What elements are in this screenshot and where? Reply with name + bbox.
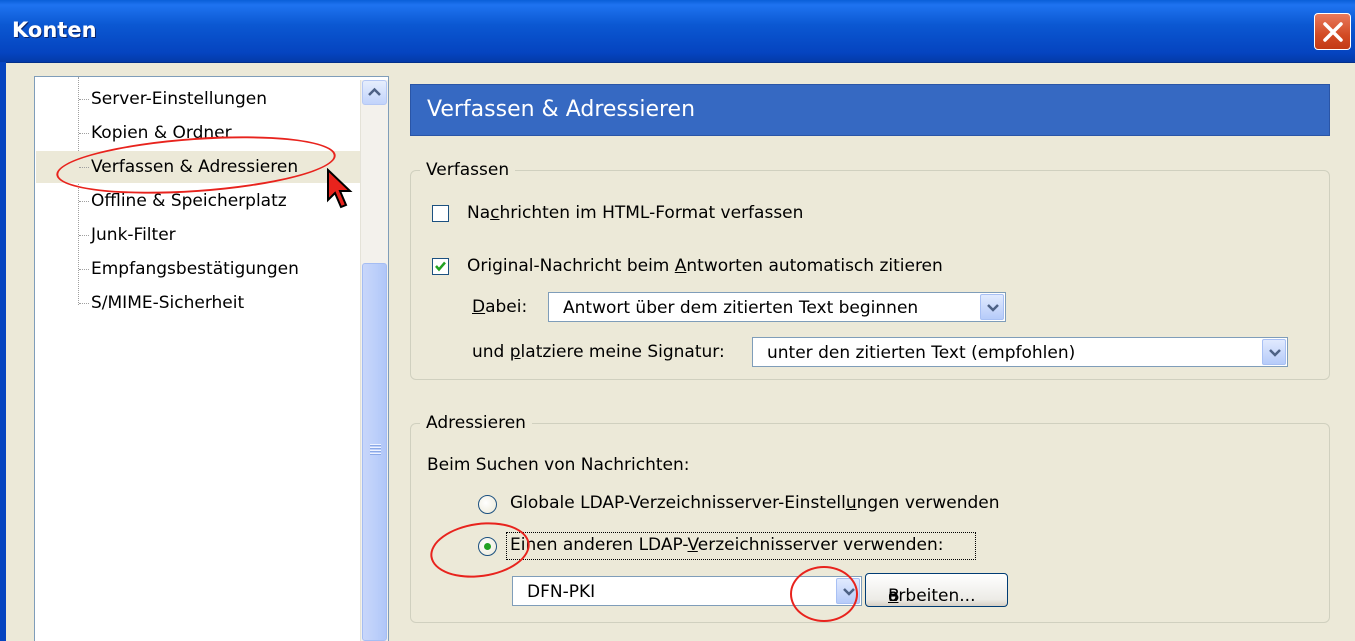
html-format-label[interactable]: Nachrichten im HTML-Format verfassen (467, 203, 803, 223)
global-ldap-radio[interactable] (478, 495, 497, 514)
edit-button[interactable]: Be arbeiten... (865, 573, 1008, 607)
global-ldap-label[interactable]: Globale LDAP-Verzeichnisserver-Einstellu… (510, 493, 1000, 513)
checkmark-icon (435, 261, 446, 272)
scroll-thumb[interactable] (362, 263, 387, 641)
addressing-intro: Beim Suchen von Nachrichten: (427, 455, 690, 475)
tree-item-smime-security[interactable]: S/MIME-Sicherheit (79, 287, 244, 319)
tree-scrollbar[interactable] (360, 80, 388, 641)
html-format-checkbox[interactable] (432, 205, 449, 222)
quote-original-label[interactable]: Original-Nachricht beim Antworten automa… (467, 256, 943, 276)
signature-position-dropdown-button[interactable] (1262, 339, 1286, 365)
signature-position-label: und platziere meine Signatur: (472, 342, 725, 362)
addressing-group-label: Adressieren (420, 413, 532, 433)
tree-item-junk-filter[interactable]: Junk-Filter (79, 219, 176, 251)
close-icon (1323, 22, 1343, 42)
window-title: Konten (12, 18, 97, 42)
chevron-down-icon (1269, 349, 1281, 357)
scroll-up-button[interactable] (362, 80, 387, 105)
chevron-down-icon (987, 304, 999, 312)
quote-original-checkbox[interactable] (432, 258, 449, 275)
reply-position-label: Dabei: (472, 297, 528, 317)
window-border (0, 62, 6, 641)
reply-position-dropdown-button[interactable] (980, 294, 1004, 320)
tree-item-server-settings[interactable]: Server-Einstellungen (79, 83, 267, 115)
title-bar: Konten (0, 0, 1355, 63)
compose-group-label: Verfassen (420, 160, 516, 180)
mouse-cursor-icon (327, 168, 353, 209)
annotation-ring-dropdown (790, 566, 858, 622)
other-ldap-label[interactable]: Einen anderen LDAP-Verzeichnisserver ver… (510, 535, 943, 555)
close-button[interactable] (1314, 13, 1351, 50)
tree-item-return-receipts[interactable]: Empfangsbestätigungen (79, 253, 299, 285)
page-title: Verfassen & Adressieren (427, 97, 696, 122)
signature-position-select[interactable]: unter den zitierten Text (empfohlen) (752, 337, 1288, 367)
chevron-up-icon (368, 87, 381, 96)
page-header: Verfassen & Adressieren (410, 84, 1330, 136)
reply-position-select[interactable]: Antwort über dem zitierten Text beginnen (548, 292, 1006, 322)
